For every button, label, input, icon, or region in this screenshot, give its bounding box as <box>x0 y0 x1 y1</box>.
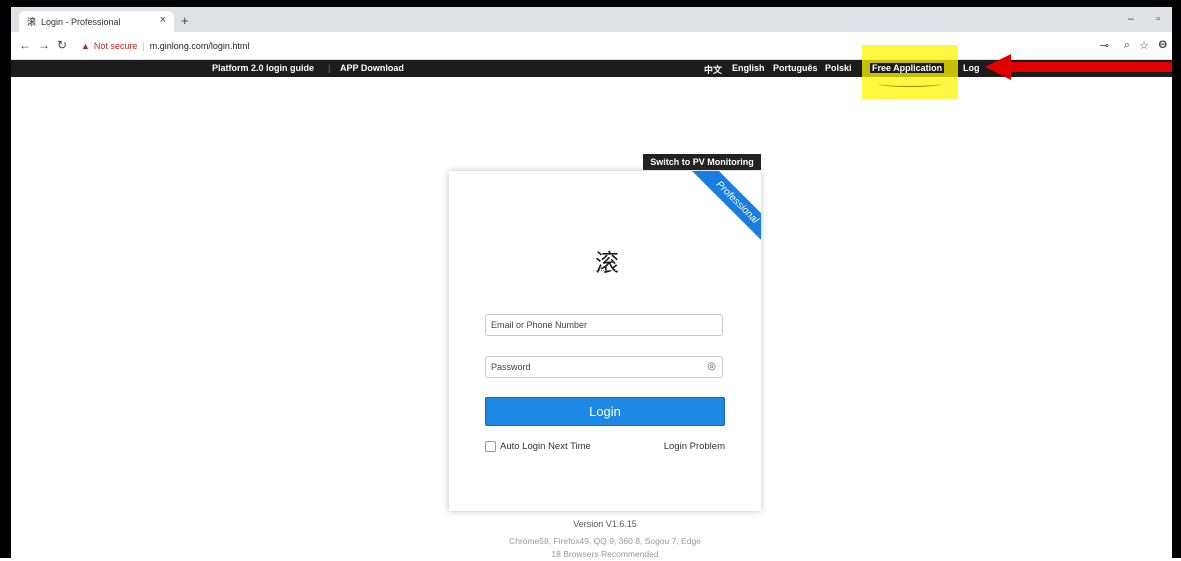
email-placeholder: Email or Phone Number <box>491 320 588 330</box>
password-field[interactable]: Password ◎ <box>485 356 723 378</box>
profile-icon[interactable]: Θ <box>1158 39 1167 51</box>
switch-pv-monitoring-button[interactable]: Switch to PV Monitoring <box>643 154 761 170</box>
restore-icon[interactable]: ▫ <box>1156 13 1160 25</box>
window-controls: – ▫ <box>1128 13 1160 25</box>
login-link[interactable]: Log <box>963 63 980 73</box>
password-placeholder: Password <box>491 362 531 372</box>
lang-chinese-link[interactable]: 中文 <box>704 63 722 76</box>
star-icon[interactable]: ☆ <box>1139 39 1149 52</box>
app-download-link[interactable]: APP Download <box>340 63 404 73</box>
new-tab-icon[interactable]: + <box>181 14 189 27</box>
back-icon[interactable]: ← <box>19 38 31 52</box>
underline-annotation <box>878 80 942 87</box>
email-field[interactable]: Email or Phone Number <box>485 314 723 336</box>
forward-icon[interactable]: → <box>38 38 50 52</box>
close-tab-icon[interactable]: × <box>160 14 166 26</box>
auto-login-label: Auto Login Next Time <box>500 441 591 452</box>
platform-guide-link[interactable]: Platform 2.0 login guide <box>212 63 314 73</box>
red-arrow-annotation <box>985 54 1173 80</box>
hide-password-icon[interactable]: ◎ <box>707 361 716 372</box>
version-text: Version V1.6.15 <box>573 519 637 529</box>
key-icon[interactable]: ⊸ <box>1100 39 1109 52</box>
login-problem-link[interactable]: Login Problem <box>664 441 725 452</box>
lang-english-link[interactable]: English <box>732 63 765 73</box>
browser-support-text: Chrome58, Firefox49, QQ 9, 360 8, Sogou … <box>450 535 760 561</box>
url-text: m.ginlong.com/login.html <box>149 40 250 51</box>
browser-tab[interactable]: 滚 Login - Professional × <box>19 11 174 32</box>
auto-login-checkbox[interactable] <box>485 441 496 452</box>
minimize-icon[interactable]: – <box>1128 13 1134 25</box>
login-card: Professional 滚 Email or Phone Number Pas… <box>449 171 761 511</box>
browser-tab-strip: 滚 Login - Professional × + – ▫ <box>11 7 1172 32</box>
logo-underline <box>596 270 616 273</box>
auto-login-option[interactable]: Auto Login Next Time <box>485 441 591 452</box>
zoom-icon[interactable]: ⌕ <box>1124 39 1130 52</box>
browser-list: Chrome58, Firefox49, QQ 9, 360 8, Sogou … <box>509 536 701 546</box>
login-button[interactable]: Login <box>485 397 725 426</box>
favicon-icon: 滚 <box>27 17 37 27</box>
lang-polish-link[interactable]: Polski <box>825 63 852 73</box>
lang-portuguese-link[interactable]: Português <box>773 63 818 73</box>
bar-divider: | <box>328 63 331 73</box>
url-separator: | <box>142 40 145 51</box>
warning-icon: ▲ <box>81 40 90 51</box>
free-application-link[interactable]: Free Application <box>870 63 945 73</box>
not-secure-label: Not secure <box>93 40 138 51</box>
reload-icon[interactable]: ↻ <box>57 38 67 52</box>
professional-ribbon: Professional <box>680 171 761 259</box>
browsers-recommended: 18 Browsers Recommended <box>551 549 659 559</box>
tab-title: Login - Professional <box>41 16 121 27</box>
